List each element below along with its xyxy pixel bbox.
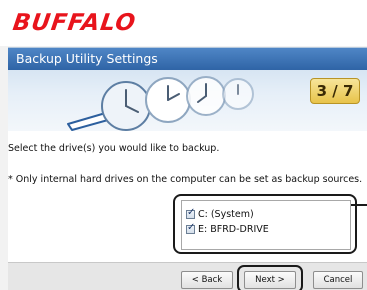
wizard-content: Select the drive(s) you would like to ba… [8,131,367,262]
wizard-banner: Backup Utility Settings 3 / 7 [8,47,367,131]
next-button[interactable]: Next > [244,271,296,289]
clocks-icon [67,76,254,131]
drive-e-checkbox[interactable] [186,222,195,234]
drive-list[interactable]: C: (System) E: BFRD-DRIVE [181,200,351,250]
buffalo-logo: BUFFALO [11,10,138,36]
drive-item-c[interactable]: C: (System) [186,207,254,221]
callout-line [351,204,367,206]
wizard-footer: < Back Next > Cancel [8,262,367,290]
drive-c-label: C: (System) [198,208,254,220]
step-indicator-badge: 3 / 7 [310,78,360,104]
back-button[interactable]: < Back [181,271,233,289]
wizard-title: Backup Utility Settings [16,51,158,66]
cancel-button[interactable]: Cancel [313,271,363,289]
drive-c-checkbox[interactable] [186,207,195,219]
note-text: * Only internal hard drives on the compu… [8,174,363,185]
backup-wizard-window: BUFFALO Backup Utility Settings 3 / 7 Se… [0,0,367,290]
drive-item-e[interactable]: E: BFRD-DRIVE [186,222,269,236]
instruction-text: Select the drive(s) you would like to ba… [8,143,220,154]
logo-bar: BUFFALO [0,0,367,46]
drive-list-highlight: C: (System) E: BFRD-DRIVE [173,194,357,254]
drive-e-label: E: BFRD-DRIVE [198,223,269,235]
